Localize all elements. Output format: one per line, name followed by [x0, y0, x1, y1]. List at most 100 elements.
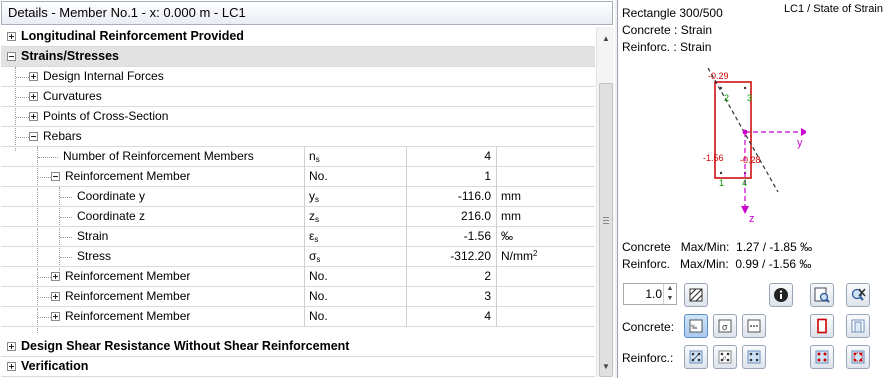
zoom-view-button[interactable] [810, 283, 834, 307]
value-cell[interactable]: -1.56 [406, 227, 496, 247]
row-label: Design Shear Resistance Without Shear Re… [21, 339, 350, 353]
hatch-button[interactable] [684, 283, 708, 307]
details-panel: Details - Member No.1 - x: 0.000 m - LC1… [0, 0, 615, 378]
concrete-stress-button[interactable]: σ [713, 314, 737, 338]
symbol-cell: No. [304, 307, 406, 327]
rebar-point [719, 171, 723, 175]
tree-row-design-shear-resistance[interactable]: Design Shear Resistance Without Shear Re… [1, 337, 595, 357]
rebar-fill-button[interactable] [846, 345, 870, 369]
expand-icon[interactable] [29, 92, 38, 101]
value-cell[interactable]: 3 [406, 287, 496, 307]
row-label: Reinforcement Member [65, 269, 191, 283]
tree-row-points-of-cross-section[interactable]: Points of Cross-Section [1, 107, 595, 127]
collapse-icon[interactable] [29, 132, 38, 141]
scroll-down-arrow-icon[interactable]: ▼ [597, 361, 615, 373]
value-cell[interactable]: 1 [406, 167, 496, 187]
reinf-label: Reinforc.: [622, 351, 674, 365]
table-row-reinforcement-member-3[interactable]: Reinforcement Member No. 3 [1, 287, 595, 307]
table-row-coordinate-z[interactable]: Coordinate z zs 216.0 mm [1, 207, 595, 227]
row-label: Reinforcement Member [65, 309, 191, 323]
symbol-cell: No. [304, 287, 406, 307]
unit-cell: mm [496, 187, 595, 207]
row-label: Strains/Stresses [21, 49, 119, 63]
rebar-stress-button[interactable]: σ [713, 345, 737, 369]
tree-row-verification[interactable]: Verification [1, 357, 595, 377]
expand-icon[interactable] [29, 112, 38, 121]
row-label: Coordinate z [77, 209, 146, 223]
scroll-up-arrow-icon[interactable]: ▲ [597, 33, 615, 45]
value-cell[interactable]: -116.0 [406, 187, 496, 207]
symbol-cell: No. [304, 267, 406, 287]
y-axis-arrow-icon [801, 128, 806, 136]
expand-icon[interactable] [51, 292, 60, 301]
rebar-point [743, 86, 747, 90]
table-row-reinforcement-member-2[interactable]: Reinforcement Member No. 2 [1, 267, 595, 287]
table-row-number-of-reinforcement-members[interactable]: Number of Reinforcement Members ns 4 [1, 147, 595, 167]
symbol-cell: No. [304, 167, 406, 187]
concrete-strain-button[interactable]: ‰ [684, 314, 708, 338]
row-label: Stress [77, 249, 112, 263]
collapse-icon[interactable] [7, 52, 16, 61]
unit-cell [496, 267, 595, 287]
strain-label-top-left: -0.29 [708, 71, 729, 81]
concrete-nodes-icon [747, 319, 761, 333]
tree-row-design-internal-forces[interactable]: Design Internal Forces [1, 67, 595, 87]
table-row-strain[interactable]: Strain εs -1.56 ‰ [1, 227, 595, 247]
expand-icon[interactable] [7, 32, 16, 41]
expand-icon[interactable] [29, 72, 38, 81]
table-row-stress[interactable]: Stress σs -312.20 N/mm2 [1, 247, 595, 267]
section-name: Rectangle 300/500 [622, 6, 723, 20]
section-fill-button[interactable] [846, 314, 870, 338]
concrete-nodes-button[interactable] [742, 314, 766, 338]
tree-row-strains-stresses[interactable]: Strains/Stresses [1, 47, 595, 67]
load-case-label: LC1 / State of Strain [783, 3, 883, 15]
symbol-cell: σs [304, 247, 406, 267]
value-cell[interactable]: -312.20 [406, 247, 496, 267]
grip-icon [603, 217, 609, 224]
expand-icon[interactable] [51, 272, 60, 281]
svg-text:σ: σ [722, 322, 728, 332]
rebar-nodes-button[interactable] [742, 345, 766, 369]
unit-cell [496, 167, 595, 187]
spin-up-icon[interactable]: ▲ [664, 284, 676, 294]
table-row-coordinate-y[interactable]: Coordinate y ys -116.0 mm [1, 187, 595, 207]
scroll-thumb[interactable] [599, 83, 613, 377]
value-cell[interactable]: 216.0 [406, 207, 496, 227]
symbol-cell: ys [304, 187, 406, 207]
concrete-strain-icon: ‰ [689, 319, 703, 333]
value-cell[interactable]: 4 [406, 307, 496, 327]
tree-row-longitudinal-reinforcement[interactable]: Longitudinal Reinforcement Provided [1, 27, 595, 47]
value-cell[interactable]: 4 [406, 147, 496, 167]
symbol-cell: ns [304, 147, 406, 167]
section-outline-button[interactable] [810, 314, 834, 338]
z-axis-arrow-icon [741, 206, 749, 214]
unit-cell [496, 307, 595, 327]
rebar-strain-button[interactable] [684, 345, 708, 369]
graphic-panel: Rectangle 300/500 LC1 / State of Strain … [617, 0, 889, 378]
vertical-scrollbar[interactable]: ▲ ▼ [596, 27, 614, 377]
row-label: Design Internal Forces [43, 69, 164, 83]
scale-value[interactable]: 1.0 [626, 284, 662, 304]
collapse-icon[interactable] [51, 172, 60, 181]
panel-title: Details - Member No.1 - x: 0.000 m - LC1 [1, 1, 613, 25]
axis-label-y: y [797, 137, 803, 149]
table-row-reinforcement-member-4[interactable]: Reinforcement Member No. 4 [1, 307, 595, 327]
expand-icon[interactable] [51, 312, 60, 321]
rebar-label-3: 3 [747, 93, 752, 103]
expand-icon[interactable] [7, 362, 16, 371]
spin-down-icon[interactable]: ▼ [664, 294, 676, 304]
row-label: Number of Reinforcement Members [63, 149, 254, 163]
value-cell[interactable]: 2 [406, 267, 496, 287]
concrete-label: Concrete: [622, 320, 675, 334]
info-button[interactable] [769, 283, 793, 307]
reset-view-button[interactable] [846, 283, 870, 307]
rebar-outline-button[interactable] [810, 345, 834, 369]
row-label: Coordinate y [77, 189, 146, 203]
scale-spinner[interactable]: 1.0 ▲ ▼ [623, 283, 677, 305]
concrete-stress-icon: σ [718, 319, 732, 333]
tree-row-rebars[interactable]: Rebars [1, 127, 595, 147]
table-row-reinforcement-member-1[interactable]: Reinforcement Member No. 1 [1, 167, 595, 187]
expand-icon[interactable] [7, 342, 16, 351]
concrete-mode: Concrete : Strain [622, 23, 713, 37]
tree-row-curvatures[interactable]: Curvatures [1, 87, 595, 107]
